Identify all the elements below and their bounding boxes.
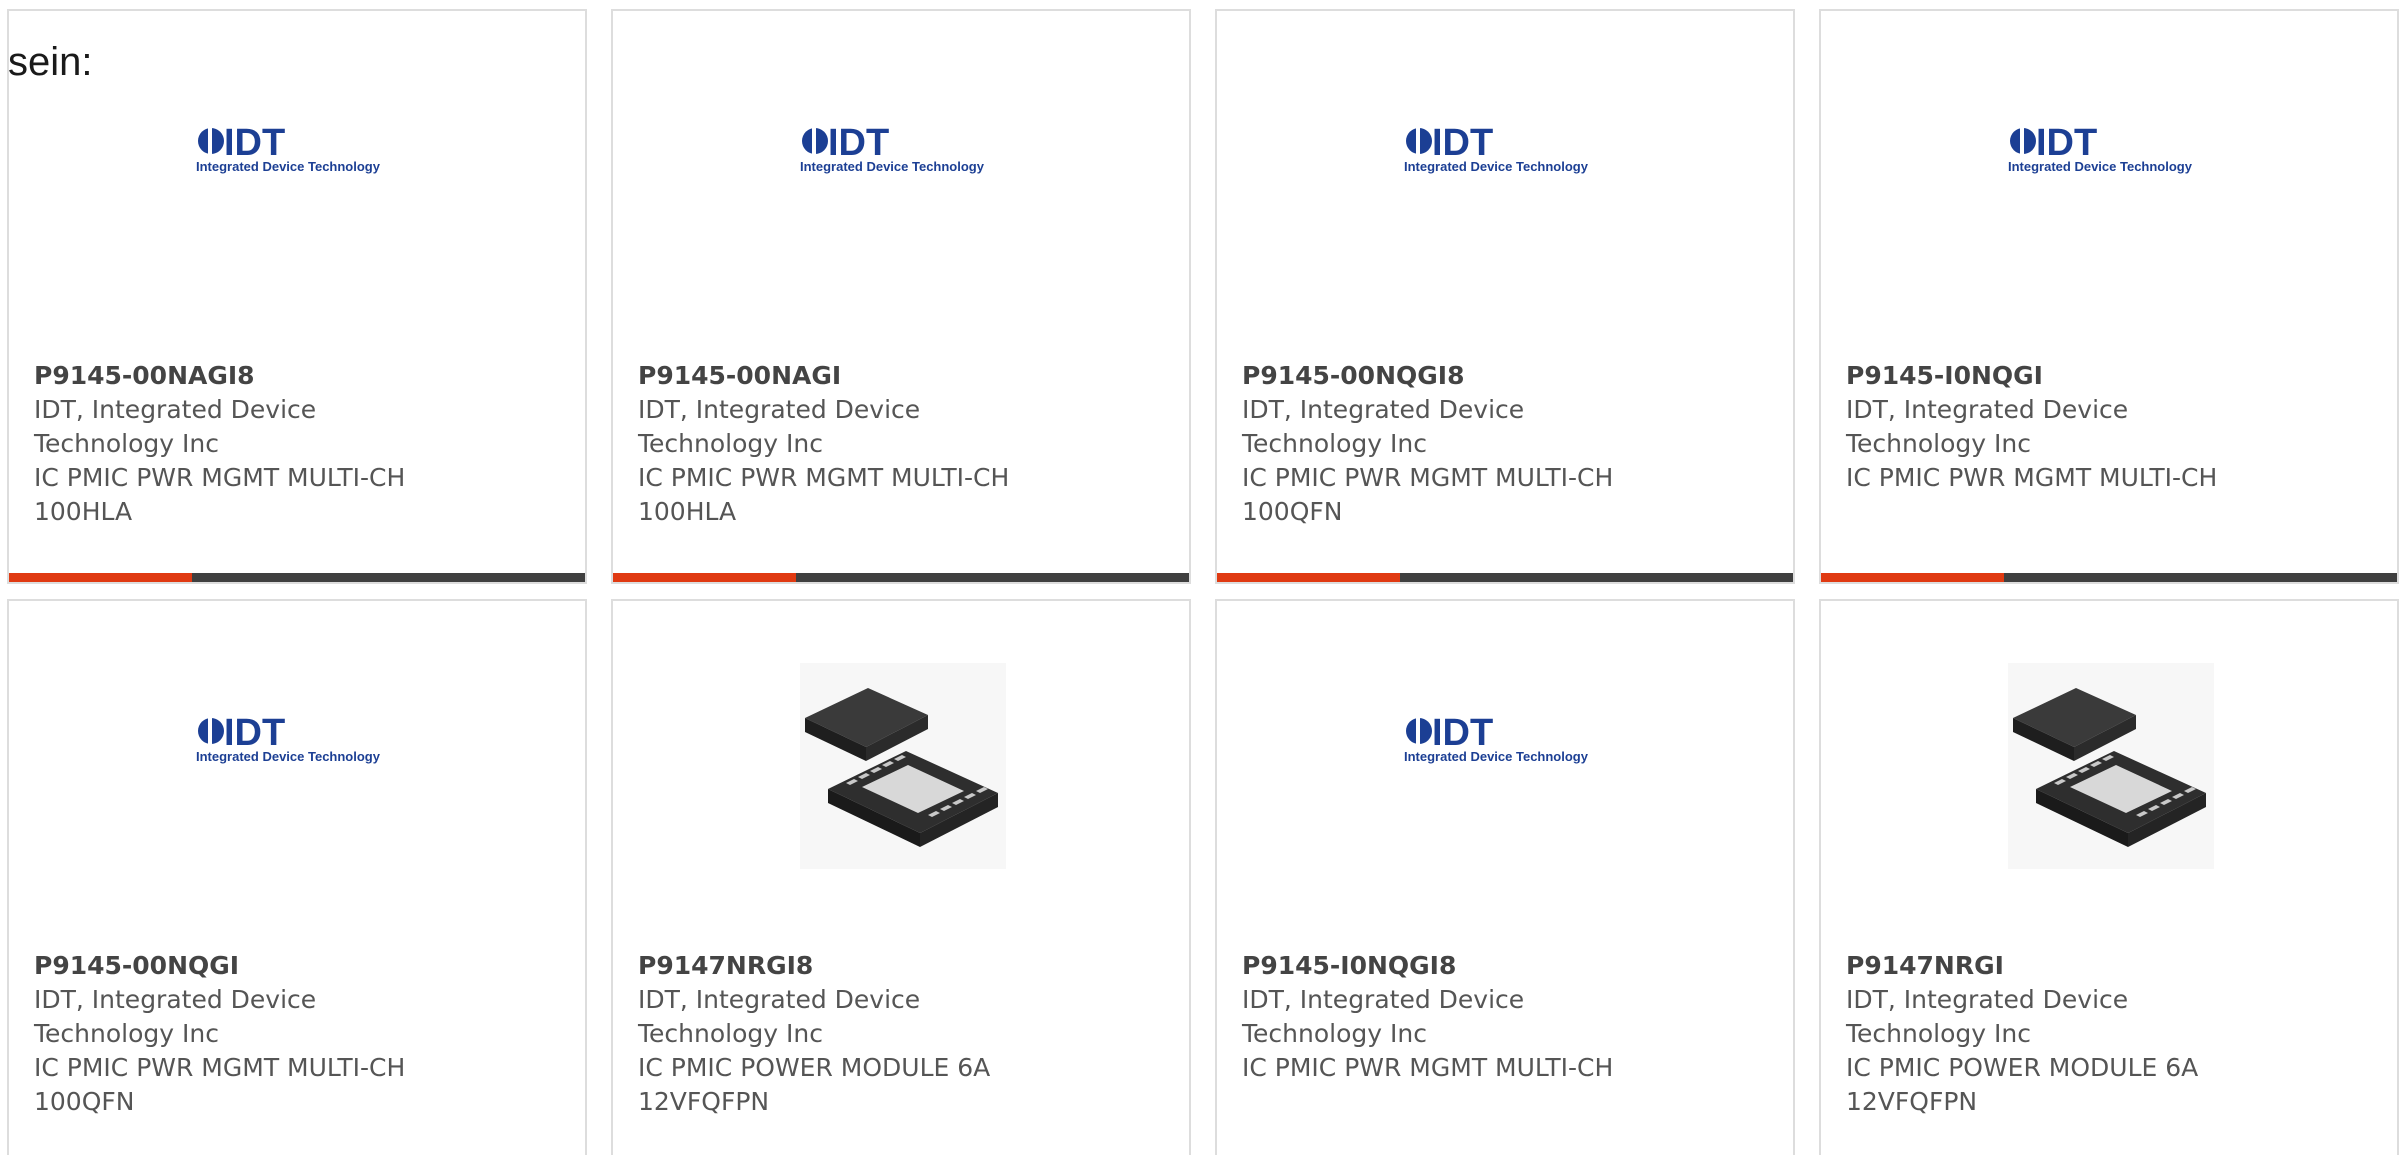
- idt-logo-icon: IDT Integrated Device Technology: [800, 122, 985, 174]
- product-manufacturer: IDT, Integrated Device Technology Inc: [1242, 985, 1525, 1048]
- product-description: IC PMIC POWER MODULE 6A 12VFQFPN: [1846, 1053, 2199, 1116]
- card-accent-bar: [1217, 573, 1400, 582]
- product-image[interactable]: IDT Integrated Device Technology: [9, 711, 585, 921]
- product-image[interactable]: IDT Integrated Device Technology: [1821, 121, 2397, 331]
- card-accent-bar: [9, 573, 192, 582]
- svg-text:Integrated Device Technology: Integrated Device Technology: [1404, 749, 1589, 764]
- qfn-chip-package-icon: [800, 663, 1006, 869]
- product-details: P9145-00NAGI IDT, Integrated Device Tech…: [638, 359, 1058, 529]
- idt-logo-icon: IDT Integrated Device Technology: [2008, 122, 2193, 174]
- product-description: IC PMIC PWR MGMT MULTI-CH 100HLA: [638, 463, 1010, 526]
- idt-logo-icon: IDT Integrated Device Technology: [1404, 712, 1589, 764]
- svg-text:Integrated Device Technology: Integrated Device Technology: [1404, 159, 1589, 174]
- product-description: IC PMIC POWER MODULE 6A 12VFQFPN: [638, 1053, 991, 1116]
- svg-text:Integrated Device Technology: Integrated Device Technology: [800, 159, 985, 174]
- product-description: IC PMIC PWR MGMT MULTI-CH: [1846, 463, 2218, 492]
- card-bottom-bar: [1821, 573, 2397, 582]
- product-card[interactable]: IDT Integrated Device Technology P9145-0…: [611, 9, 1191, 584]
- product-manufacturer: IDT, Integrated Device Technology Inc: [1242, 395, 1525, 458]
- product-grid-page: sein: IDT Integrated Device Technology P…: [0, 0, 2400, 1155]
- product-image[interactable]: IDT Integrated Device Technology: [613, 121, 1189, 331]
- svg-text:Integrated Device Technology: Integrated Device Technology: [196, 159, 381, 174]
- product-card[interactable]: IDT Integrated Device Technology P9145-0…: [1215, 9, 1795, 584]
- svg-text:IDT: IDT: [2036, 122, 2097, 164]
- product-image[interactable]: [613, 663, 1189, 873]
- card-accent-bar: [1821, 573, 2004, 582]
- product-card[interactable]: IDT Integrated Device Technology P9145-I…: [1215, 599, 1795, 1155]
- product-part-number[interactable]: P9145-I0NQGI8: [1242, 949, 1662, 983]
- product-part-number[interactable]: P9145-00NAGI8: [34, 359, 454, 393]
- idt-logo-icon: IDT Integrated Device Technology: [1404, 122, 1589, 174]
- svg-text:IDT: IDT: [828, 122, 889, 164]
- card-bottom-bar: [613, 573, 1189, 582]
- product-details: P9145-00NQGI IDT, Integrated Device Tech…: [34, 949, 454, 1119]
- product-part-number[interactable]: P9145-00NQGI: [34, 949, 454, 983]
- product-card[interactable]: IDT Integrated Device Technology P9145-0…: [7, 599, 587, 1155]
- product-part-number[interactable]: P9145-00NAGI: [638, 359, 1058, 393]
- svg-text:IDT: IDT: [224, 712, 285, 754]
- product-manufacturer: IDT, Integrated Device Technology Inc: [34, 395, 317, 458]
- product-image[interactable]: IDT Integrated Device Technology: [9, 121, 585, 331]
- product-description: IC PMIC PWR MGMT MULTI-CH 100QFN: [34, 1053, 406, 1116]
- product-manufacturer: IDT, Integrated Device Technology Inc: [1846, 395, 2129, 458]
- product-image[interactable]: [1821, 663, 2397, 873]
- product-card[interactable]: P9147NRGI IDT, Integrated Device Technol…: [1819, 599, 2399, 1155]
- product-details: P9145-00NQGI8 IDT, Integrated Device Tec…: [1242, 359, 1662, 529]
- intro-text: sein:: [8, 40, 93, 84]
- svg-text:Integrated Device Technology: Integrated Device Technology: [2008, 159, 2193, 174]
- idt-logo-icon: IDT Integrated Device Technology: [196, 712, 381, 764]
- product-manufacturer: IDT, Integrated Device Technology Inc: [1846, 985, 2129, 1048]
- product-details: P9147NRGI8 IDT, Integrated Device Techno…: [638, 949, 1058, 1119]
- product-manufacturer: IDT, Integrated Device Technology Inc: [34, 985, 317, 1048]
- card-bottom-bar: [9, 573, 585, 582]
- product-description: IC PMIC PWR MGMT MULTI-CH: [1242, 1053, 1614, 1082]
- svg-text:IDT: IDT: [1432, 712, 1493, 754]
- card-accent-bar: [613, 573, 796, 582]
- product-part-number[interactable]: P9145-00NQGI8: [1242, 359, 1662, 393]
- product-manufacturer: IDT, Integrated Device Technology Inc: [638, 985, 921, 1048]
- qfn-chip-package-icon: [2008, 663, 2214, 869]
- product-card[interactable]: IDT Integrated Device Technology P9145-0…: [7, 9, 587, 584]
- product-details: P9145-00NAGI8 IDT, Integrated Device Tec…: [34, 359, 454, 529]
- product-image[interactable]: IDT Integrated Device Technology: [1217, 711, 1793, 921]
- product-part-number[interactable]: P9145-I0NQGI: [1846, 359, 2266, 393]
- product-part-number[interactable]: P9147NRGI8: [638, 949, 1058, 983]
- product-description: IC PMIC PWR MGMT MULTI-CH 100QFN: [1242, 463, 1614, 526]
- idt-logo-icon: IDT Integrated Device Technology: [196, 122, 381, 174]
- product-details: P9147NRGI IDT, Integrated Device Technol…: [1846, 949, 2266, 1119]
- product-description: IC PMIC PWR MGMT MULTI-CH 100HLA: [34, 463, 406, 526]
- product-details: P9145-I0NQGI8 IDT, Integrated Device Tec…: [1242, 949, 1662, 1085]
- svg-text:IDT: IDT: [1432, 122, 1493, 164]
- svg-text:Integrated Device Technology: Integrated Device Technology: [196, 749, 381, 764]
- product-part-number[interactable]: P9147NRGI: [1846, 949, 2266, 983]
- product-manufacturer: IDT, Integrated Device Technology Inc: [638, 395, 921, 458]
- product-card[interactable]: IDT Integrated Device Technology P9145-I…: [1819, 9, 2399, 584]
- card-bottom-bar: [1217, 573, 1793, 582]
- product-details: P9145-I0NQGI IDT, Integrated Device Tech…: [1846, 359, 2266, 495]
- svg-text:IDT: IDT: [224, 122, 285, 164]
- product-card[interactable]: P9147NRGI8 IDT, Integrated Device Techno…: [611, 599, 1191, 1155]
- product-image[interactable]: IDT Integrated Device Technology: [1217, 121, 1793, 331]
